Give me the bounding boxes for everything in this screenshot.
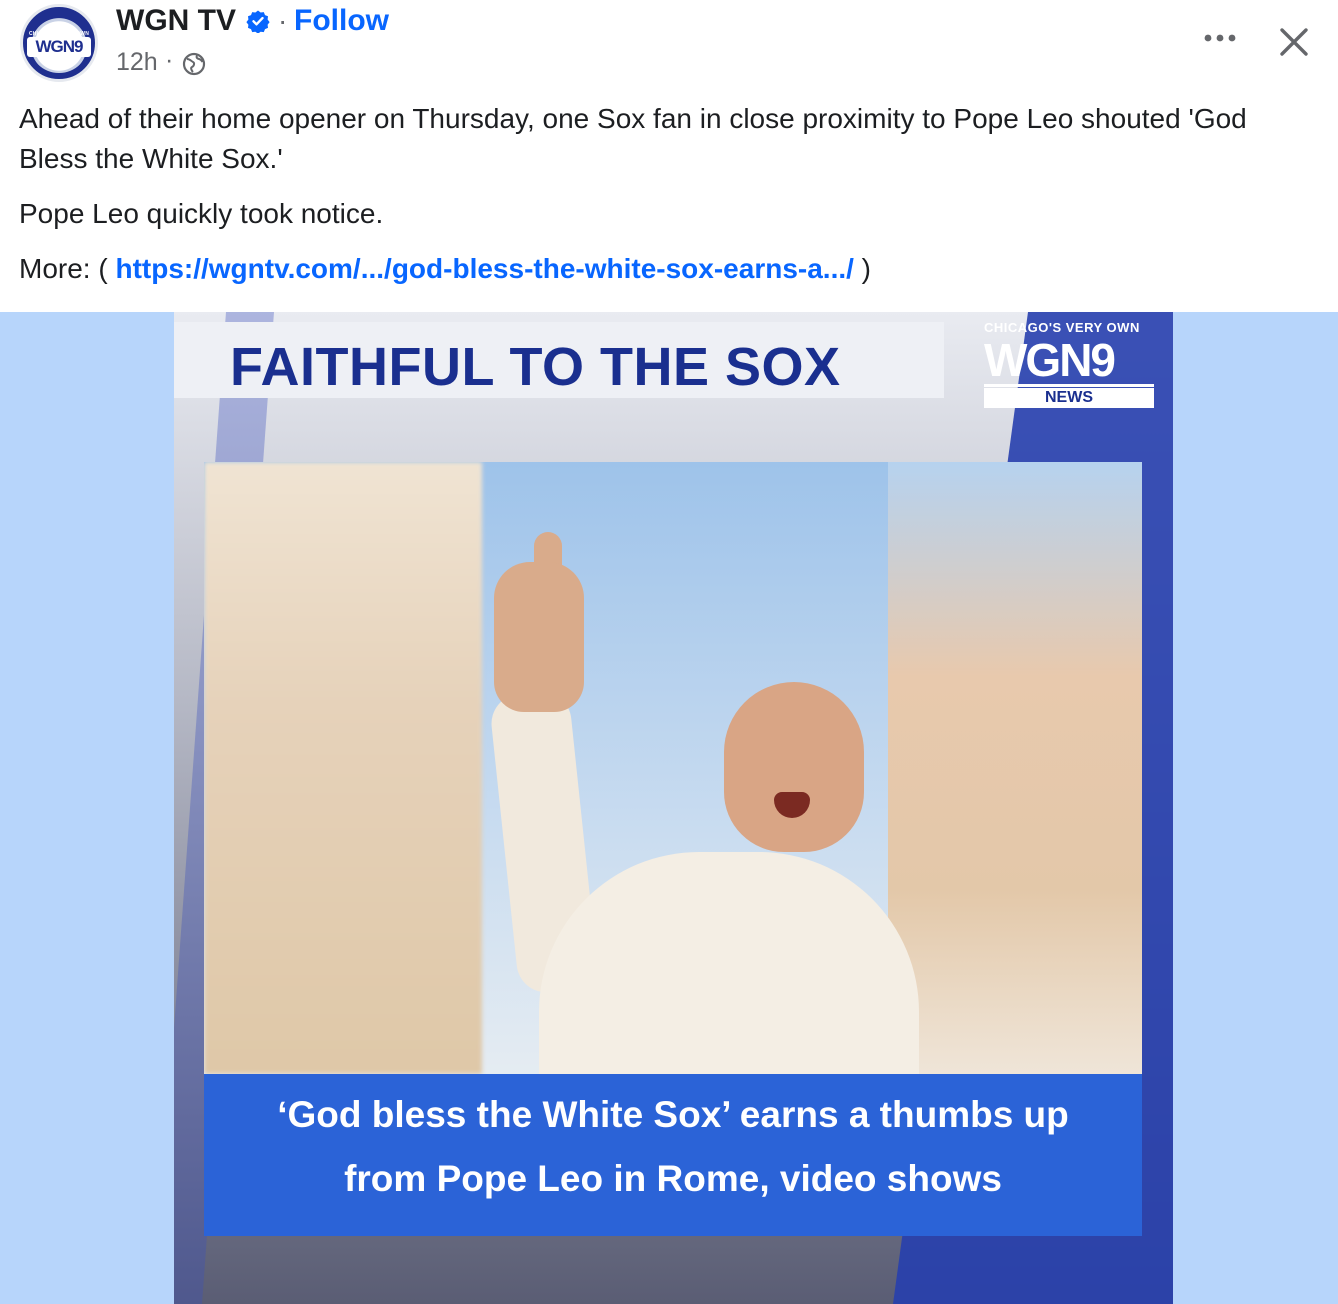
more-prefix: More: ( bbox=[19, 253, 116, 284]
news-graphic: FAITHFUL TO THE SOX CHICAGO'S VERY OWN W… bbox=[174, 312, 1173, 1304]
banner-title: FAITHFUL TO THE SOX bbox=[230, 337, 841, 397]
blurred-person-left bbox=[204, 462, 482, 1074]
article-link[interactable]: https://wgntv.com/.../god-bless-the-whit… bbox=[115, 253, 853, 284]
logo-tagline: CHICAGO'S VERY OWN bbox=[984, 320, 1140, 335]
post-timestamp[interactable]: 12h bbox=[116, 48, 158, 77]
verified-badge-icon bbox=[246, 10, 270, 33]
follow-button[interactable]: Follow bbox=[294, 4, 389, 38]
logo-subtitle: NEWS bbox=[984, 388, 1154, 408]
news-photo bbox=[204, 462, 1142, 1074]
globe-icon[interactable] bbox=[182, 52, 206, 76]
logo-text: WGN9 bbox=[984, 336, 1154, 387]
caption-line-1: ‘God bless the White Sox’ earns a thumbs… bbox=[277, 1094, 1069, 1135]
page-name-link[interactable]: WGN TV bbox=[116, 4, 236, 38]
post-text-paragraph-2: Pope Leo quickly took notice. bbox=[19, 198, 384, 229]
page-avatar[interactable]: CHICAGO'S VERY OWN WGN9 bbox=[20, 4, 98, 82]
pope-hand bbox=[494, 562, 584, 712]
post-text-more-line: More: ( https://wgntv.com/.../god-bless-… bbox=[19, 249, 871, 289]
close-icon[interactable] bbox=[1274, 22, 1314, 62]
pope-robe bbox=[539, 852, 919, 1074]
pope-head bbox=[724, 682, 864, 852]
timestamp-separator: · bbox=[165, 46, 174, 74]
follow-separator: · bbox=[278, 5, 288, 36]
post-text-paragraph-1: Ahead of their home opener on Thursday, … bbox=[19, 103, 1247, 174]
headline-banner: FAITHFUL TO THE SOX bbox=[174, 322, 944, 398]
post-media[interactable]: FAITHFUL TO THE SOX CHICAGO'S VERY OWN W… bbox=[0, 312, 1338, 1304]
blurred-person-right bbox=[888, 462, 1142, 1074]
more-suffix: ) bbox=[853, 253, 872, 284]
avatar-logo-text: WGN9 bbox=[27, 37, 91, 57]
caption-box: ‘God bless the White Sox’ earns a thumbs… bbox=[204, 1074, 1142, 1236]
wgn-news-logo: CHICAGO'S VERY OWN WGN9 NEWS bbox=[964, 320, 1154, 408]
more-options-icon[interactable] bbox=[1200, 22, 1240, 52]
caption-line-2: from Pope Leo in Rome, video shows bbox=[344, 1158, 1002, 1199]
